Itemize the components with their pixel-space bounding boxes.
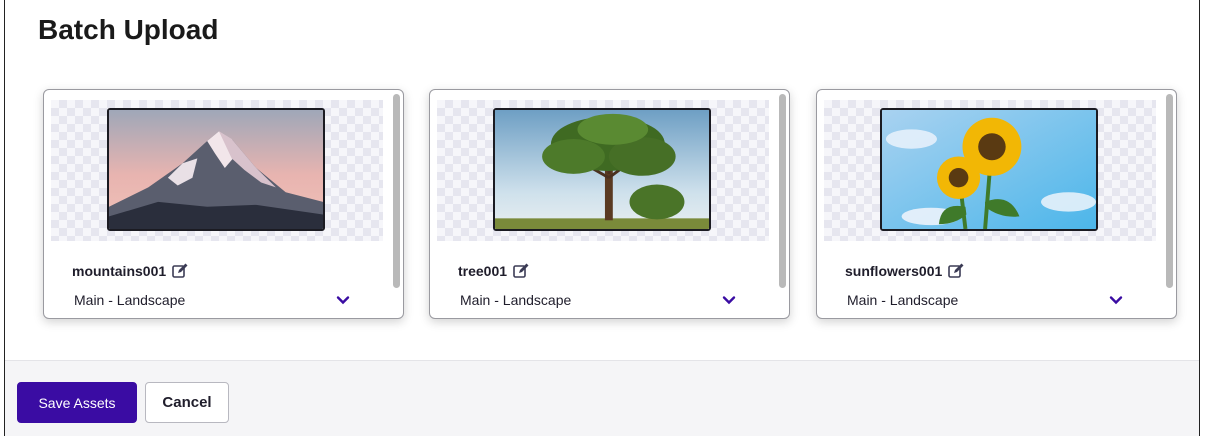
- scrollbar-thumb[interactable]: [1166, 94, 1173, 288]
- batch-upload-dialog: Batch Upload mountains001 Main - Landsca…: [4, 0, 1200, 436]
- cancel-button[interactable]: Cancel: [145, 382, 229, 423]
- category-value: Main - Landscape: [847, 292, 959, 308]
- card-scrollbar[interactable]: [1165, 92, 1175, 316]
- category-select[interactable]: Main - Landscape: [460, 290, 736, 310]
- asset-name: tree001: [458, 263, 508, 279]
- image-preview-area: [824, 100, 1156, 241]
- edit-icon[interactable]: [948, 263, 964, 279]
- asset-name: sunflowers001: [845, 263, 943, 279]
- dialog-footer: Save Assets Cancel: [5, 360, 1199, 436]
- category-select[interactable]: Main - Landscape: [74, 290, 350, 310]
- save-assets-button[interactable]: Save Assets: [17, 382, 137, 423]
- scrollbar-thumb[interactable]: [779, 94, 786, 288]
- asset-name-row: sunflowers001: [845, 263, 964, 279]
- tree-photo: [493, 108, 711, 231]
- edit-icon[interactable]: [513, 263, 529, 279]
- chevron-down-icon: [336, 296, 350, 305]
- chevron-down-icon: [722, 296, 736, 305]
- asset-name-row: mountains001: [72, 263, 188, 279]
- category-value: Main - Landscape: [74, 292, 186, 308]
- asset-card-mountains: mountains001 Main - Landscape: [43, 89, 404, 319]
- image-preview-area: [437, 100, 769, 241]
- chevron-down-icon: [1109, 296, 1123, 305]
- scrollbar-thumb[interactable]: [393, 94, 400, 288]
- asset-card-sunflowers: sunflowers001 Main - Landscape: [816, 89, 1177, 319]
- edit-icon[interactable]: [172, 263, 188, 279]
- image-preview-area: [51, 100, 383, 241]
- sunflower-photo: [880, 108, 1098, 231]
- category-select[interactable]: Main - Landscape: [847, 290, 1123, 310]
- mountain-photo: [107, 108, 325, 231]
- asset-card-tree: tree001 Main - Landscape: [429, 89, 790, 319]
- card-scrollbar[interactable]: [392, 92, 402, 316]
- page-title: Batch Upload: [38, 14, 219, 45]
- asset-name: mountains001: [72, 263, 167, 279]
- card-scrollbar[interactable]: [778, 92, 788, 316]
- asset-name-row: tree001: [458, 263, 529, 279]
- category-value: Main - Landscape: [460, 292, 572, 308]
